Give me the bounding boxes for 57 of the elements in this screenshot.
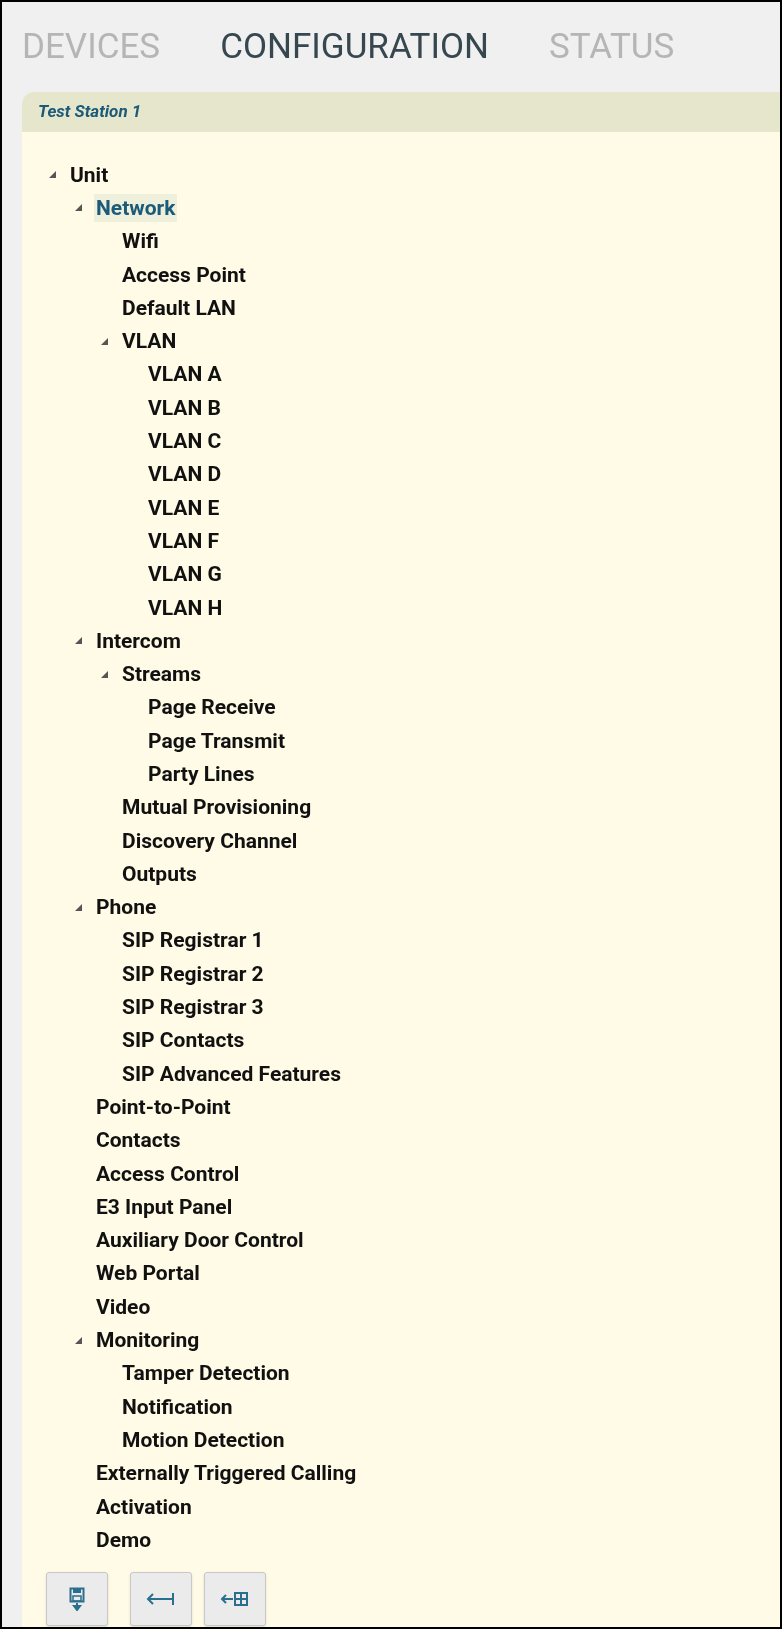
caret-icon[interactable]: [100, 336, 109, 346]
tree-item[interactable]: VLAN D: [146, 460, 224, 489]
tree-item[interactable]: VLAN F: [146, 526, 221, 555]
caret-icon[interactable]: [74, 902, 83, 912]
toolbar-button[interactable]: [46, 1572, 108, 1627]
tree-item[interactable]: Demo: [94, 1525, 154, 1554]
tree-item[interactable]: Mutual Provisioning: [120, 793, 314, 822]
tree-item[interactable]: Intercom: [94, 626, 183, 655]
tree-item[interactable]: VLAN H: [146, 593, 225, 622]
tree-item[interactable]: SIP Registrar 2: [120, 959, 266, 988]
tree-item[interactable]: Tamper Detection: [120, 1359, 292, 1388]
caret-icon[interactable]: [74, 203, 83, 213]
tree-item[interactable]: Externally Triggered Calling: [94, 1459, 359, 1488]
toolbar-button[interactable]: [130, 1572, 192, 1627]
tree-item[interactable]: Contacts: [94, 1126, 183, 1155]
tree-item[interactable]: VLAN: [120, 327, 179, 356]
tree-item[interactable]: SIP Contacts: [120, 1026, 247, 1055]
arrow-grid-icon: [220, 1591, 250, 1608]
tree-item[interactable]: Outputs: [120, 859, 199, 888]
tree-item[interactable]: VLAN A: [146, 360, 224, 389]
tree-item[interactable]: Activation: [94, 1492, 194, 1521]
caret-icon[interactable]: [48, 170, 57, 180]
tree-item[interactable]: Network: [94, 193, 178, 222]
tree-item[interactable]: Page Transmit: [146, 726, 287, 755]
tree-item[interactable]: VLAN B: [146, 393, 223, 422]
tree-item[interactable]: Notification: [120, 1392, 235, 1421]
panel-title: Test Station 1: [38, 100, 142, 124]
tree-item[interactable]: Party Lines: [146, 760, 257, 788]
tree-item[interactable]: Streams: [120, 660, 204, 689]
tree-item[interactable]: Auxiliary Door Control: [94, 1226, 306, 1255]
toolbar-button[interactable]: [204, 1572, 266, 1627]
tree-item[interactable]: Access Point: [120, 260, 248, 289]
arrow-to-bar-icon: [146, 1591, 176, 1608]
tree-item[interactable]: Discovery Channel: [120, 826, 300, 855]
caret-icon[interactable]: [100, 669, 109, 679]
tree-item[interactable]: SIP Registrar 1: [120, 926, 266, 955]
tree-item[interactable]: Video: [94, 1292, 153, 1321]
tree-item[interactable]: Monitoring: [94, 1326, 202, 1355]
caret-icon[interactable]: [74, 1335, 83, 1345]
tree-item[interactable]: E3 Input Panel: [94, 1192, 235, 1221]
tree-item[interactable]: Unit: [68, 160, 111, 189]
tree-item[interactable]: Wifi: [120, 227, 161, 256]
tree-item[interactable]: VLAN C: [146, 427, 224, 455]
save-icon: [69, 1587, 85, 1612]
tree-item[interactable]: Point-to-Point: [94, 1092, 233, 1121]
tree-item[interactable]: Default LAN: [120, 293, 238, 322]
tree-item[interactable]: VLAN G: [146, 560, 224, 589]
tree-item[interactable]: Page Receive: [146, 693, 278, 722]
tree-item[interactable]: Access Control: [94, 1159, 242, 1188]
tree-item[interactable]: Motion Detection: [120, 1425, 287, 1454]
tab[interactable]: CONFIGURATION: [220, 20, 489, 74]
tree-item[interactable]: VLAN E: [146, 493, 222, 522]
tree-item[interactable]: SIP Advanced Features: [120, 1059, 343, 1088]
caret-icon[interactable]: [74, 636, 83, 646]
tree-item[interactable]: Web Portal: [94, 1259, 202, 1288]
tree-item[interactable]: Phone: [94, 893, 159, 922]
tree-item[interactable]: SIP Registrar 3: [120, 993, 266, 1022]
